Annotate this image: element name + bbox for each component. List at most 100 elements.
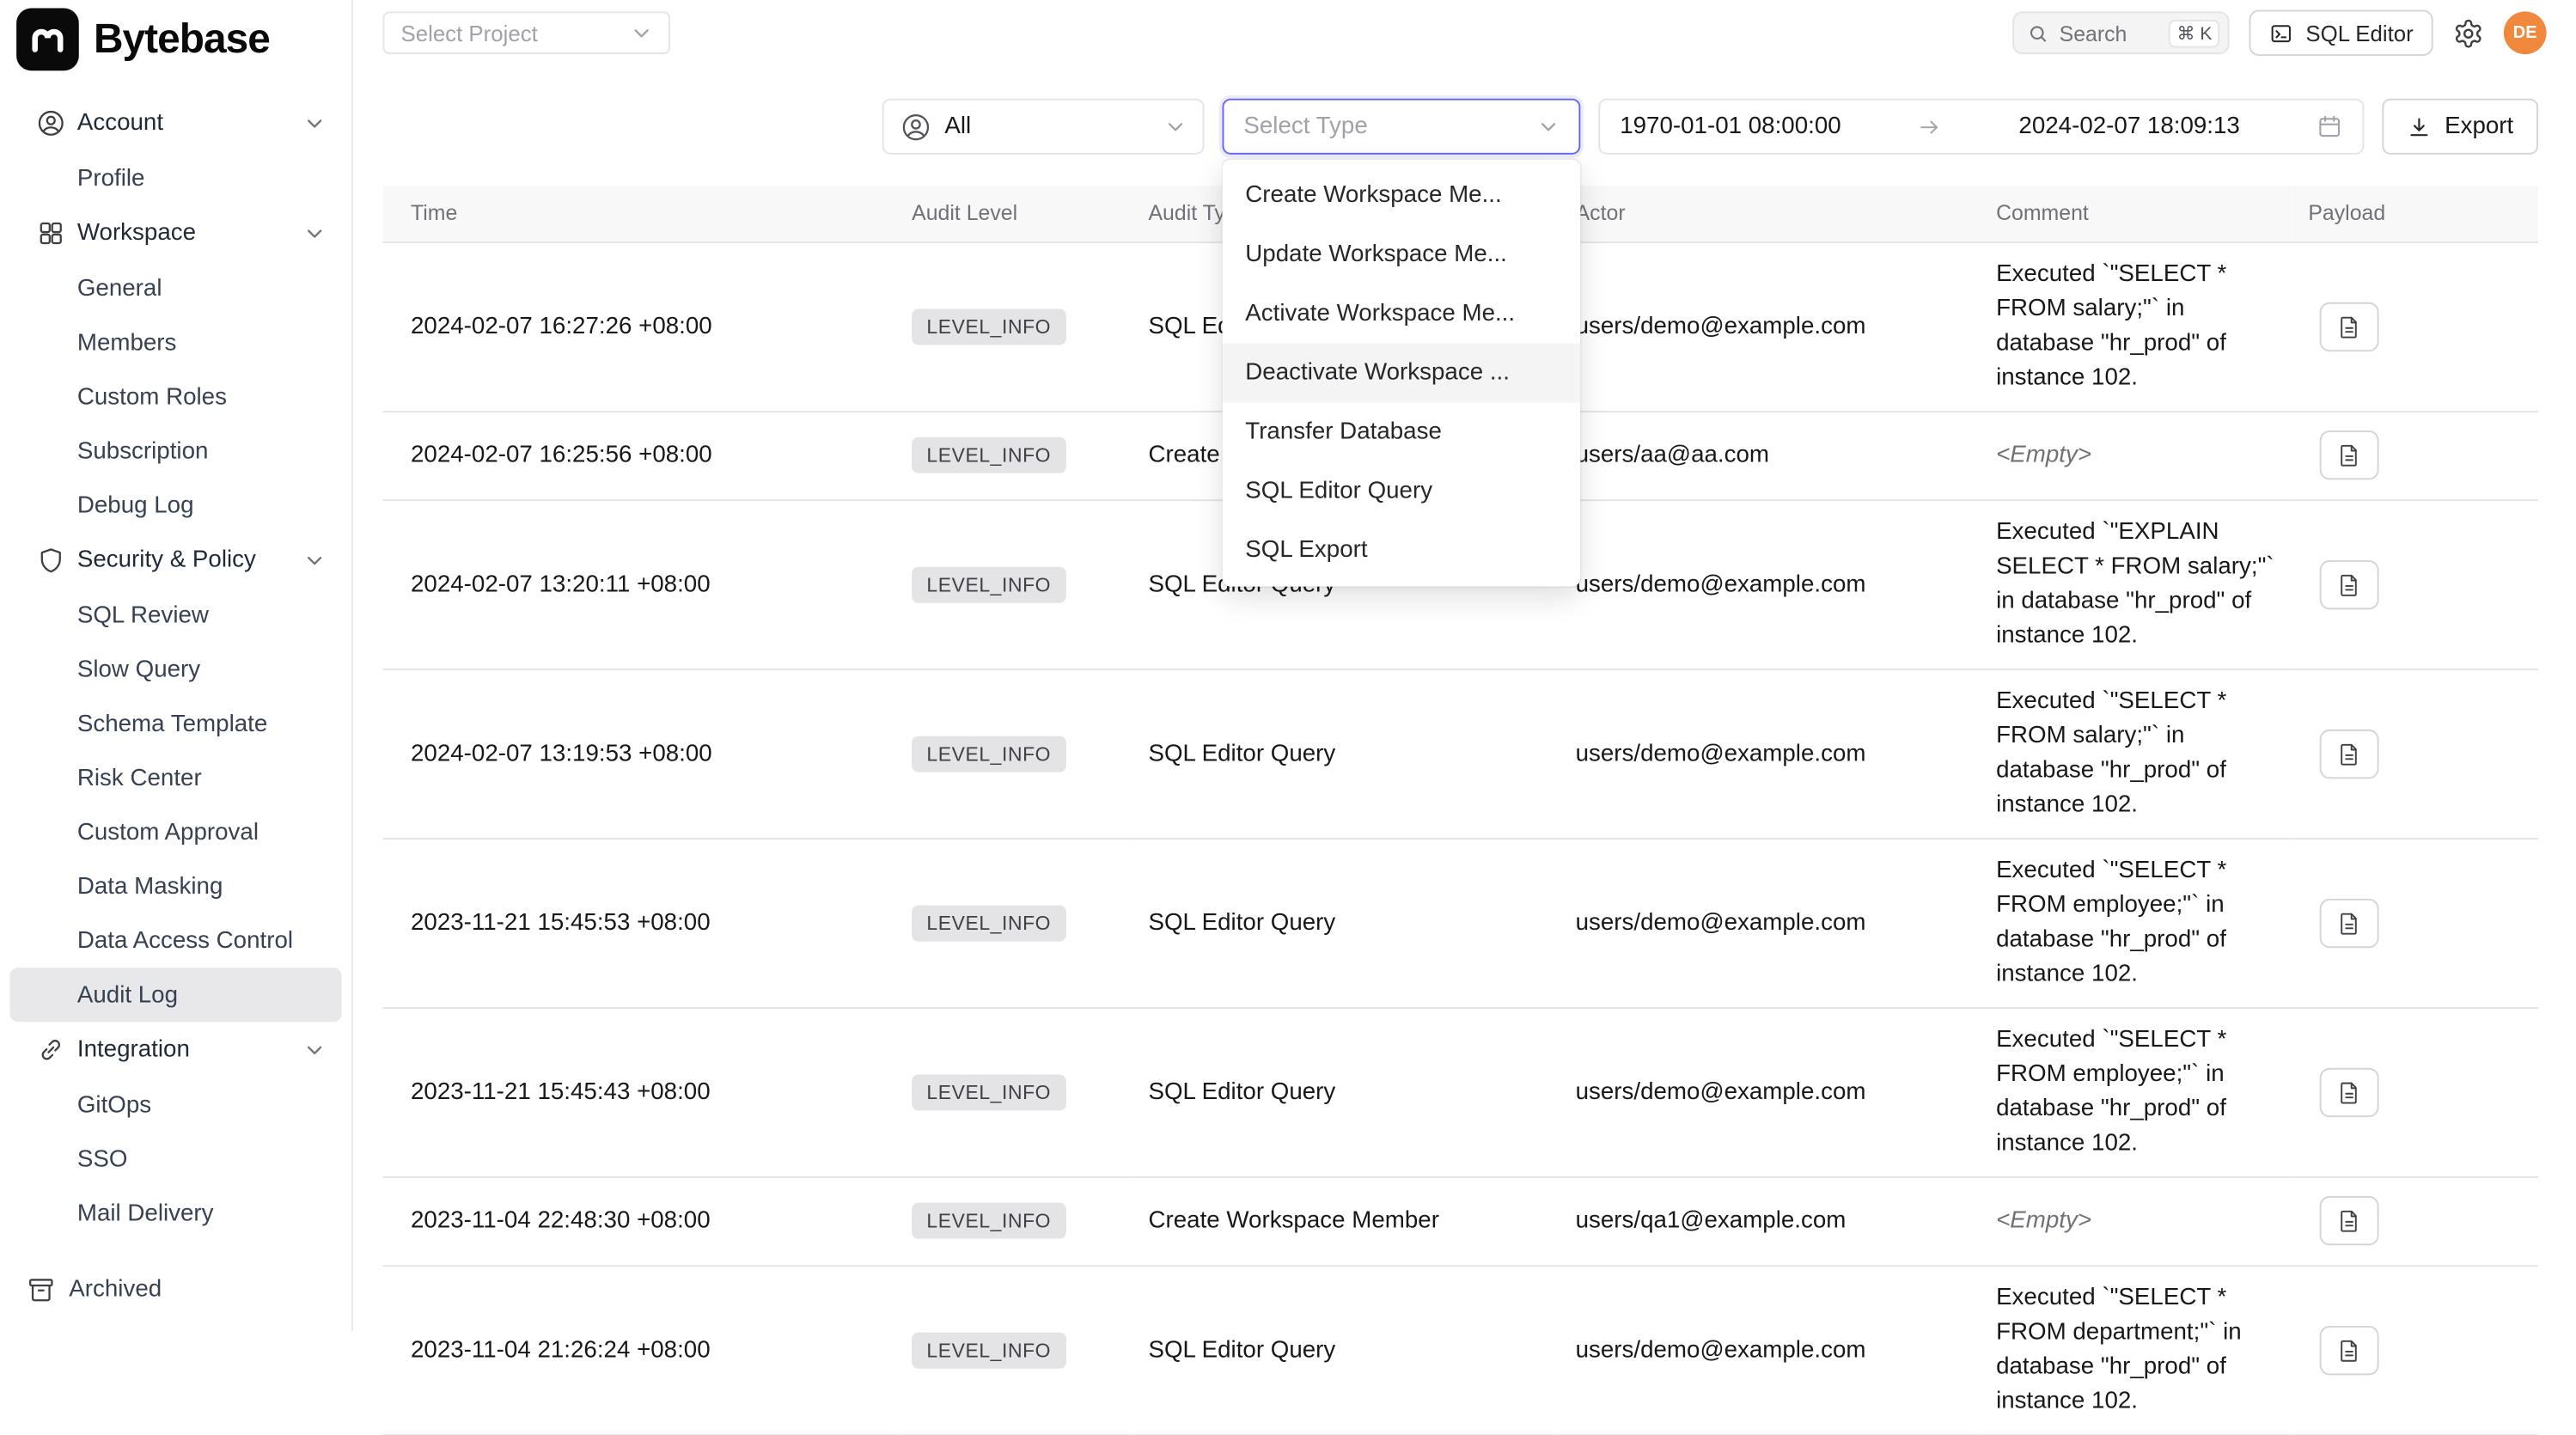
type-option-sql-export[interactable]: SQL Export: [1223, 521, 1581, 580]
comment-text: Executed `"SELECT * FROM department;"` i…: [1996, 1280, 2275, 1419]
sidebar-item-subscription[interactable]: Subscription: [9, 424, 341, 478]
sidebar-item-profile[interactable]: Profile: [9, 151, 341, 205]
sidebar-group-account[interactable]: Account: [9, 95, 341, 151]
type-option-update-workspace-me[interactable]: Update Workspace Me...: [1223, 225, 1581, 284]
type-option-sql-editor-query[interactable]: SQL Editor Query: [1223, 461, 1581, 521]
audit-log-content: All Select Type 1970-01-01 08:00:00: [353, 56, 2576, 1435]
actor-filter-select[interactable]: All: [882, 99, 1205, 155]
cell-audit-type: SQL Editor Query: [1132, 1007, 1559, 1176]
topbar-right: Search ⌘ K SQL Editor DE: [2013, 9, 2547, 56]
column-header-actor: Actor: [1559, 186, 1979, 241]
brand-name: Bytebase: [94, 15, 270, 63]
cell-payload: [2292, 669, 2538, 838]
column-header-time: Time: [382, 186, 895, 241]
audit-level-badge: LEVEL_INFO: [912, 905, 1065, 941]
cell-comment: <Empty>: [1980, 411, 2292, 499]
file-icon: [2336, 571, 2363, 597]
export-label: Export: [2445, 113, 2513, 140]
sidebar-item-mail-delivery[interactable]: Mail Delivery: [9, 1186, 341, 1240]
cell-audit-level: LEVEL_INFO: [895, 669, 1132, 838]
chevron-down-icon: [304, 550, 326, 571]
comment-text: Executed `"EXPLAIN SELECT * FROM salary;…: [1996, 515, 2275, 653]
table-row: 2024-02-07 13:19:53 +08:00LEVEL_INFOSQL …: [382, 669, 2538, 838]
payload-view-button[interactable]: [2320, 1196, 2379, 1245]
gear-icon[interactable]: [2453, 17, 2484, 48]
table-row: 2023-11-21 15:45:53 +08:00LEVEL_INFOSQL …: [382, 838, 2538, 1007]
type-option-deactivate-workspace[interactable]: Deactivate Workspace ...: [1223, 344, 1581, 403]
cell-comment: Executed `"SELECT * FROM salary;"` in da…: [1980, 669, 2292, 838]
sidebar-item-debug-log[interactable]: Debug Log: [9, 478, 341, 532]
audit-level-badge: LEVEL_INFO: [912, 1332, 1065, 1368]
sidebar-item-data-access-control[interactable]: Data Access Control: [9, 913, 341, 968]
chevron-down-icon: [631, 22, 652, 44]
sidebar-item-slow-query[interactable]: Slow Query: [9, 643, 341, 697]
cell-comment: <Empty>: [1980, 1176, 2292, 1265]
sql-editor-button[interactable]: SQL Editor: [2249, 9, 2433, 56]
column-header-audit-level: Audit Level: [895, 186, 1132, 241]
export-button[interactable]: Export: [2382, 99, 2538, 155]
cell-actor: users/demo@example.com: [1559, 669, 1979, 838]
table-row: 2023-11-21 15:45:43 +08:00LEVEL_INFOSQL …: [382, 1007, 2538, 1176]
sidebar-item-sql-review[interactable]: SQL Review: [9, 588, 341, 642]
audit-level-badge: LEVEL_INFO: [912, 566, 1065, 602]
user-circle-icon: [36, 108, 65, 137]
date-from-value: 1970-01-01 08:00:00: [1620, 113, 1840, 140]
payload-view-button[interactable]: [2320, 729, 2379, 778]
type-option-create-workspace-me[interactable]: Create Workspace Me...: [1223, 166, 1581, 225]
sidebar-group-security-policy[interactable]: Security & Policy: [9, 532, 341, 588]
sidebar-item-data-masking[interactable]: Data Masking: [9, 859, 341, 913]
type-option-activate-workspace-me[interactable]: Activate Workspace Me...: [1223, 284, 1581, 344]
sidebar: Bytebase AccountProfileWorkspaceGeneralM…: [0, 0, 353, 1331]
sidebar-group-integration[interactable]: Integration: [9, 1022, 341, 1078]
payload-view-button[interactable]: [2320, 559, 2379, 608]
sidebar-item-custom-roles[interactable]: Custom Roles: [9, 369, 341, 424]
cell-audit-type: SQL Editor Query: [1132, 669, 1559, 838]
sidebar-item-custom-approval[interactable]: Custom Approval: [9, 805, 341, 859]
cell-actor: users/demo@example.com: [1559, 1265, 1979, 1434]
cell-time: 2023-11-04 22:48:30 +08:00: [382, 1176, 895, 1265]
cell-actor: users/demo@example.com: [1559, 499, 1979, 669]
type-dropdown-menu: Create Workspace Me...Update Workspace M…: [1223, 159, 1581, 586]
sidebar-group-label: Workspace: [77, 220, 196, 247]
cell-comment: Executed `"EXPLAIN SELECT * FROM salary;…: [1980, 499, 2292, 669]
table-row: 2023-11-04 21:26:24 +08:00LEVEL_INFOSQL …: [382, 1265, 2538, 1434]
file-icon: [2336, 1078, 2363, 1105]
brand-logo[interactable]: Bytebase: [0, 0, 351, 79]
cell-time: 2023-11-21 15:45:43 +08:00: [382, 1007, 895, 1176]
cell-payload: [2292, 499, 2538, 669]
search-placeholder: Search: [2060, 21, 2127, 46]
project-select[interactable]: Select Project: [382, 11, 670, 54]
cell-payload: [2292, 838, 2538, 1007]
payload-view-button[interactable]: [2320, 302, 2379, 351]
sidebar-item-gitops[interactable]: GitOps: [9, 1078, 341, 1132]
chevron-down-icon: [304, 1039, 326, 1060]
cell-audit-type: SQL Editor Query: [1132, 1265, 1559, 1434]
payload-view-button[interactable]: [2320, 1325, 2379, 1374]
archived-label: Archived: [69, 1277, 162, 1304]
payload-view-button[interactable]: [2320, 430, 2379, 479]
payload-view-button[interactable]: [2320, 1067, 2379, 1116]
cell-payload: [2292, 411, 2538, 499]
cell-time: 2023-11-21 15:45:53 +08:00: [382, 838, 895, 1007]
sidebar-item-members[interactable]: Members: [9, 315, 341, 369]
file-icon: [2336, 1336, 2363, 1363]
type-option-transfer-database[interactable]: Transfer Database: [1223, 402, 1581, 461]
cell-actor: users/aa@aa.com: [1559, 411, 1979, 499]
payload-view-button[interactable]: [2320, 898, 2379, 947]
sidebar-item-risk-center[interactable]: Risk Center: [9, 751, 341, 805]
file-icon: [2336, 1207, 2363, 1234]
sidebar-group-workspace[interactable]: Workspace: [9, 205, 341, 261]
sidebar-item-archived[interactable]: Archived: [9, 1261, 341, 1317]
cell-audit-level: LEVEL_INFO: [895, 1265, 1132, 1434]
workspace-grid-icon: [36, 218, 65, 247]
main-area: Select Project Search ⌘ K SQL: [353, 0, 2576, 1331]
sidebar-item-sso[interactable]: SSO: [9, 1132, 341, 1186]
avatar[interactable]: DE: [2504, 11, 2547, 54]
search-input[interactable]: Search ⌘ K: [2013, 11, 2230, 54]
sidebar-item-audit-log[interactable]: Audit Log: [9, 968, 341, 1022]
sidebar-item-schema-template[interactable]: Schema Template: [9, 697, 341, 751]
type-filter-select[interactable]: Select Type: [1223, 99, 1581, 155]
date-range-picker[interactable]: 1970-01-01 08:00:00 2024-02-07 18:09:13: [1598, 99, 2364, 155]
sidebar-item-general[interactable]: General: [9, 261, 341, 315]
cell-payload: [2292, 1176, 2538, 1265]
